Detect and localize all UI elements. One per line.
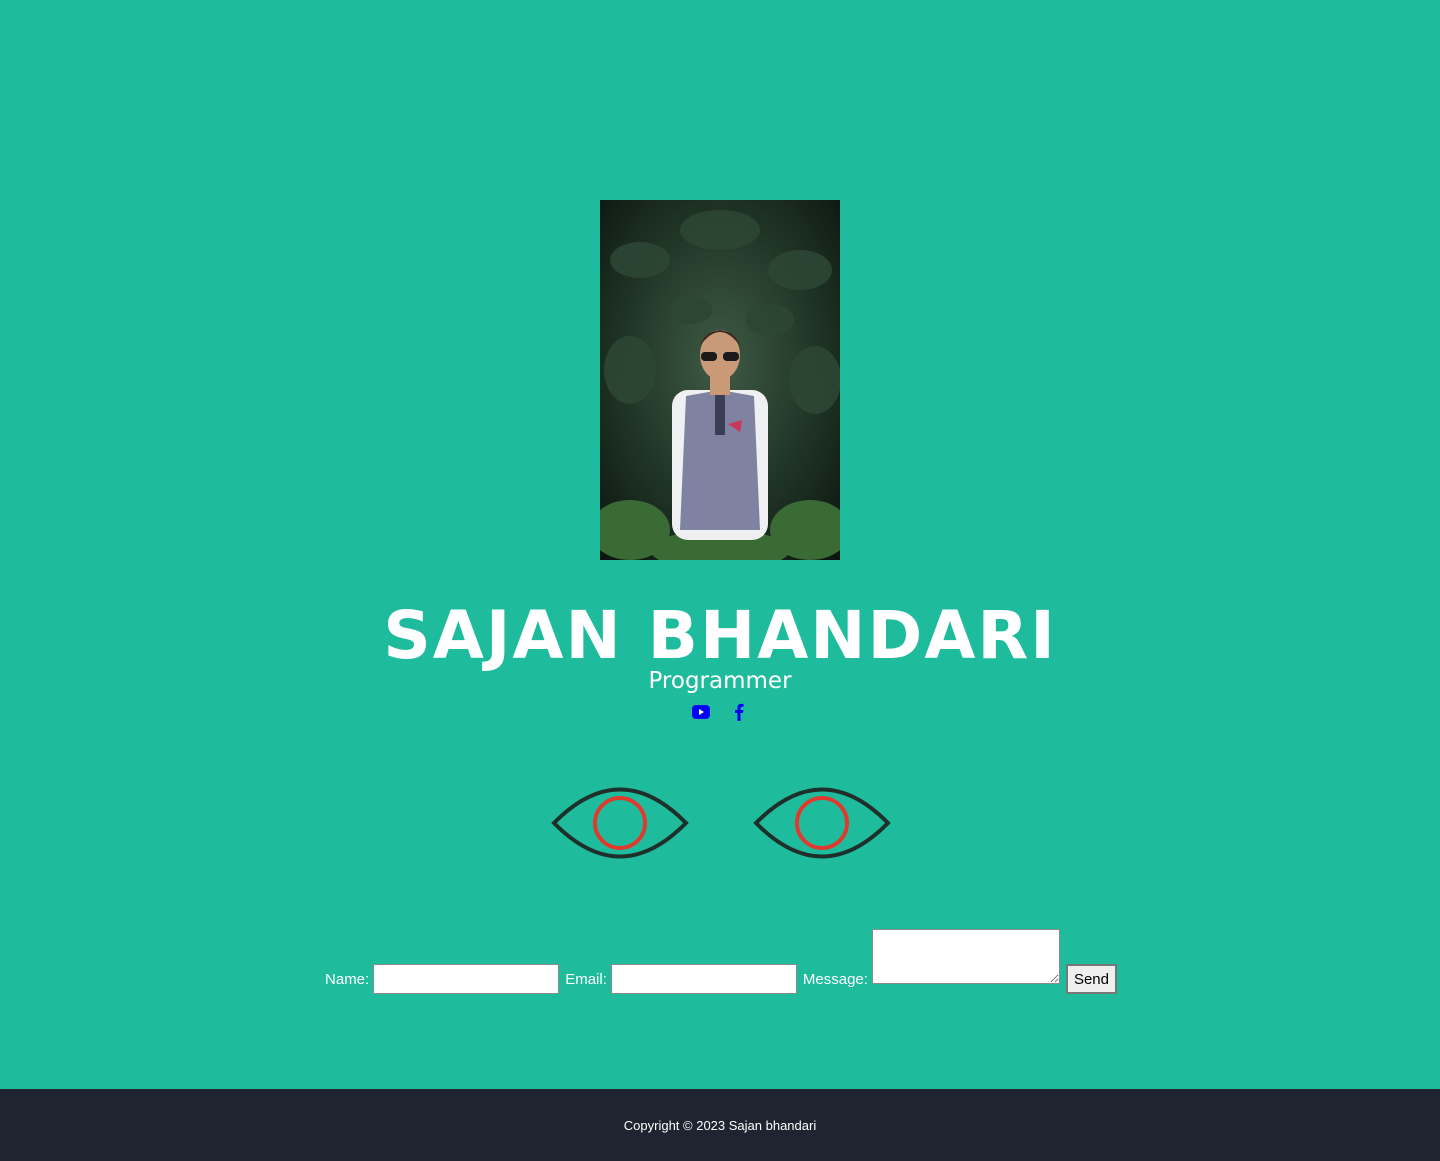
email-input[interactable] [610, 964, 797, 994]
facebook-icon [735, 703, 744, 721]
message-textarea[interactable] [871, 929, 1060, 984]
social-links [0, 700, 1440, 724]
name-input[interactable] [373, 964, 560, 994]
copyright-text: Copyright © 2023 Sajan bhandari [623, 1117, 817, 1133]
youtube-icon [692, 705, 710, 719]
profile-photo [600, 200, 840, 560]
facebook-link[interactable] [730, 703, 748, 721]
contact-form: Name: Email: Message: Send [0, 928, 1440, 994]
footer: Copyright © 2023 Sajan bhandari [0, 1089, 1440, 1161]
profile-role: Programmer [648, 668, 792, 694]
youtube-link[interactable] [692, 703, 710, 721]
send-button[interactable]: Send [1065, 964, 1117, 994]
name-label: Name: [325, 971, 370, 988]
right-eye-icon [753, 787, 891, 859]
left-eye-icon [551, 787, 689, 859]
profile-name: SAJAN BHANDARI [383, 597, 1057, 674]
email-label: Email: [565, 971, 607, 988]
message-label: Message: [802, 971, 868, 988]
